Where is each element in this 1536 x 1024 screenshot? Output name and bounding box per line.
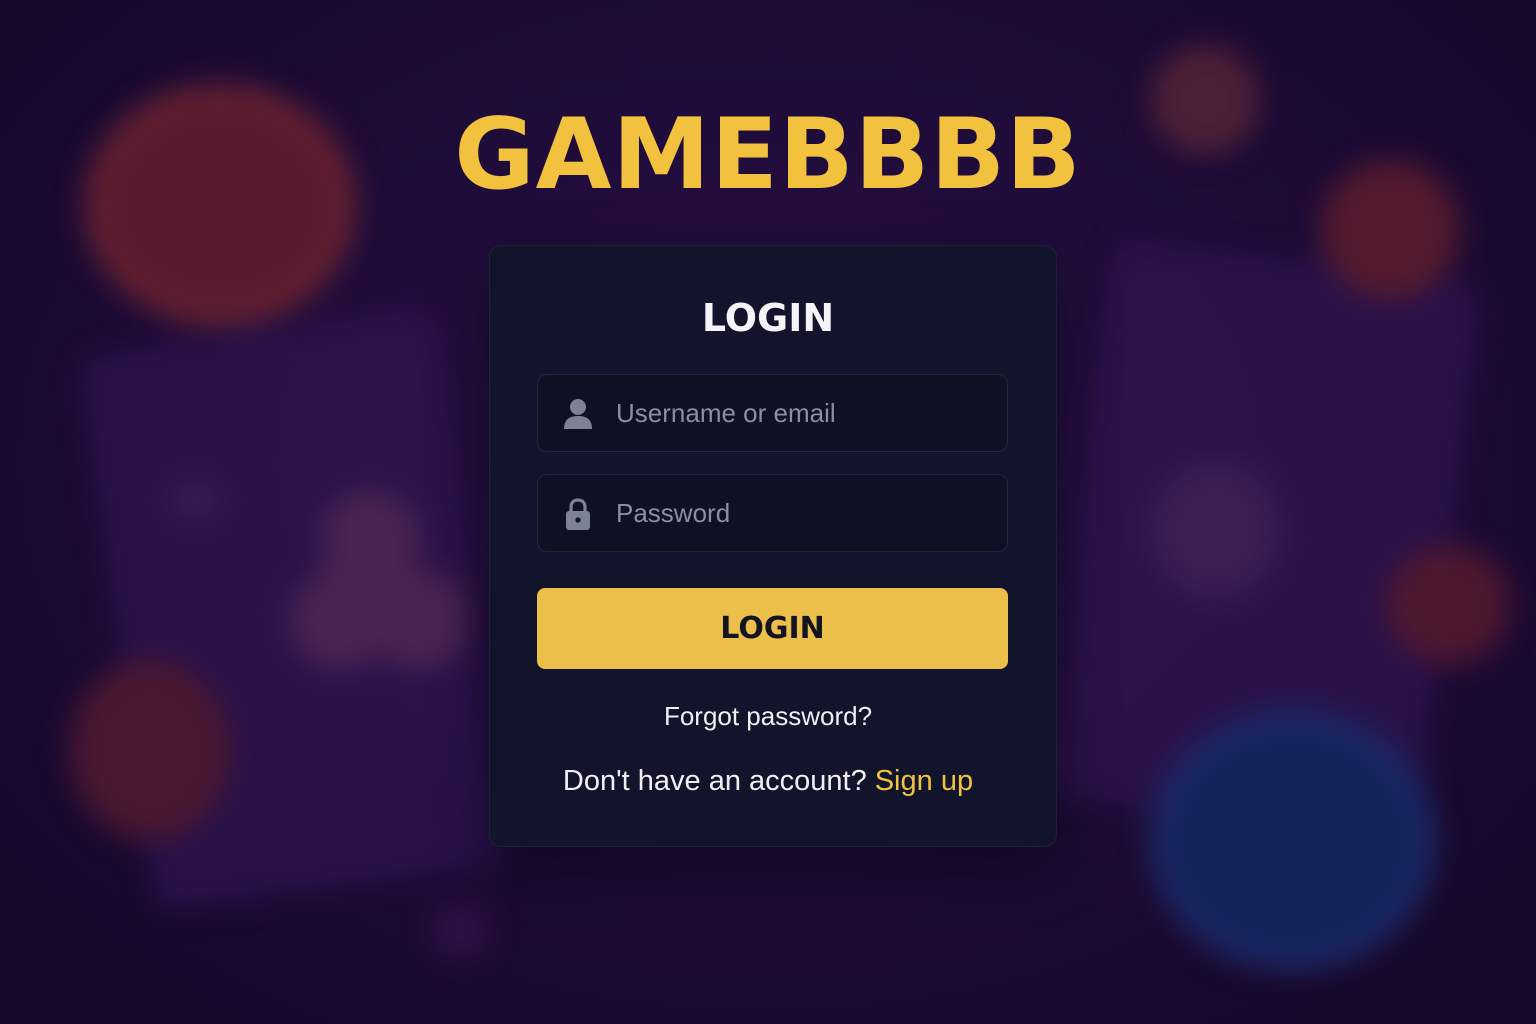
username-field[interactable] xyxy=(537,374,1008,452)
password-input[interactable] xyxy=(616,475,986,551)
username-input[interactable] xyxy=(616,375,986,451)
login-title: LOGIN xyxy=(701,296,835,340)
signup-prompt: Don't have an account? xyxy=(562,765,867,797)
user-icon xyxy=(562,397,594,431)
poker-chip-decoration xyxy=(1150,710,1435,970)
forgot-password-link[interactable]: Forgot password? xyxy=(664,701,872,731)
lock-icon xyxy=(562,497,594,531)
spade-icon xyxy=(1150,460,1280,600)
signup-link[interactable]: Sign up xyxy=(875,765,973,797)
brand-logo-text: GAMEBBBB xyxy=(454,98,1082,212)
forgot-password-row: Forgot password? xyxy=(0,698,1536,734)
poker-chip-decoration xyxy=(70,660,230,840)
spade-icon xyxy=(430,900,490,960)
password-field[interactable] xyxy=(537,474,1008,552)
poker-chip-decoration xyxy=(1385,545,1510,665)
login-button[interactable]: LOGIN xyxy=(537,588,1008,669)
club-icon-lobe xyxy=(370,570,470,670)
spade-icon xyxy=(170,480,220,520)
signup-row: Don't have an account? Sign up xyxy=(0,762,1536,800)
